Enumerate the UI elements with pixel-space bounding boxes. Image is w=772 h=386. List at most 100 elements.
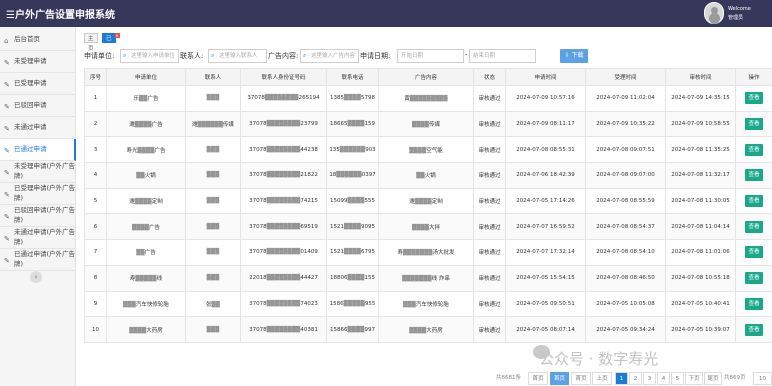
view-button[interactable]: 查看	[745, 272, 763, 285]
sidebar-item-billboard-rejected[interactable]: ✎ 已驳回申请(户外广告牌)	[0, 205, 76, 227]
view-button[interactable]: 查看	[745, 92, 763, 105]
col-header[interactable]: 联系人	[185, 68, 241, 86]
table-cell: 查看	[735, 136, 772, 164]
table-cell: 查看	[735, 290, 772, 318]
sidebar-item-billboard-unaccepted[interactable]: ✎ 未受理申请(户外广告牌)	[0, 161, 76, 183]
col-header[interactable]: 申请单位	[106, 68, 186, 86]
col-header[interactable]: 状态	[473, 68, 506, 86]
table-cell: 1521▒▒▒▒9095	[326, 213, 379, 241]
sidebar-item-unaccepted[interactable]: ✎ 未受理申请	[0, 51, 76, 73]
end-date-input[interactable]: 结束日期	[469, 49, 536, 63]
table-cell: ▒▒▒	[185, 213, 241, 241]
tab-passed[interactable]: 已通过申请 ×	[102, 33, 120, 82]
search-icon: ⌕	[123, 52, 127, 59]
watermark-text: 公众号 · 数字寿光	[539, 350, 659, 368]
page-2-button[interactable]: 2	[629, 372, 642, 385]
table-cell: 查看	[735, 85, 772, 112]
sidebar-item-passed[interactable]: ✎ 已通过申请	[0, 139, 76, 161]
col-header[interactable]: 审核时间	[665, 68, 736, 86]
table-cell: 2024-07-08 11:30:05	[665, 187, 736, 215]
last-page-button[interactable]: 尾页	[704, 372, 722, 385]
sidebar-item-billboard-accepted[interactable]: ✎ 已受理申请(户外广告牌)	[0, 183, 76, 205]
col-header[interactable]: 广告内容	[378, 68, 474, 86]
edit-icon: ✎	[4, 169, 10, 177]
page-5-button[interactable]: 5	[671, 372, 684, 385]
sidebar-item-billboard-passed[interactable]: ✎ 已通过申请(户外广告牌)	[0, 249, 76, 271]
col-header[interactable]: 联系人身份证号码	[240, 68, 327, 86]
view-button[interactable]: 查看	[745, 323, 763, 336]
table-cell: 张▒▒	[185, 290, 241, 318]
table-cell: 2024-07-05 10:39:07	[665, 316, 736, 343]
view-button[interactable]: 查看	[745, 143, 763, 156]
table-cell: 8	[84, 264, 107, 292]
table-cell: 查看	[735, 213, 772, 241]
table-cell: 37078▒▒▒▒▒▒▒▒74023	[240, 290, 327, 318]
page-4-button[interactable]: 4	[657, 372, 670, 385]
download-button[interactable]: ⇩ 下载	[560, 49, 588, 63]
page-1-button[interactable]: 1	[615, 372, 628, 385]
sidebar-collapse-button[interactable]: ‹	[30, 271, 42, 283]
table-cell: 2024-07-07 16:59:52	[505, 213, 586, 241]
view-button[interactable]: 查看	[745, 195, 763, 208]
sidebar-item-accepted[interactable]: ✎ 已受理申请	[0, 73, 76, 95]
table-cell: 潍▒▒▒▒定制	[106, 187, 186, 215]
table-cell: 审核通过	[473, 239, 506, 266]
col-header[interactable]: 序号	[84, 68, 107, 86]
table-row: 4 ▒▒火锅 ▒▒▒ 37078▒▒▒▒▒▒▒▒21822 18▒▒▒▒▒▒0397 ▒▒…	[84, 162, 772, 189]
view-button[interactable]: 查看	[745, 297, 763, 310]
table-cell: ▒▒▒汽车快修轮胎	[378, 290, 474, 318]
total-pages: 共869页	[724, 372, 752, 385]
avatar[interactable]	[704, 2, 724, 24]
table-cell: 潍▒▒▒▒定制	[378, 187, 474, 215]
contact-search-input[interactable]: ⌕ 这里输入联系人	[208, 49, 267, 63]
view-button[interactable]: 查看	[745, 169, 763, 182]
page-size-select[interactable]: 10	[753, 372, 772, 385]
table-cell: 审核通过	[473, 316, 506, 343]
home-page-button[interactable]: 首页	[571, 372, 591, 385]
content-search-input[interactable]: ⌕ 这里输入广告内容	[300, 49, 359, 63]
col-header[interactable]: 操作	[735, 68, 772, 86]
table-cell: 寿光▒▒▒▒广告	[106, 136, 186, 164]
prev-page-button[interactable]: 上页	[592, 372, 612, 385]
sidebar-item-home[interactable]: ⌂ 后台首页	[0, 29, 76, 51]
table-cell: 2024-07-08 08:55:59	[585, 187, 666, 215]
col-header[interactable]: 受理时间	[585, 68, 666, 86]
table-cell: 2024-07-09 11:02:04	[585, 85, 666, 112]
user-info[interactable]: Welcome 管理员	[704, 2, 764, 24]
table-cell: ▒▒广告	[106, 239, 186, 266]
table-cell: ▒▒▒▒大药房	[106, 316, 186, 343]
table-cell: 18665▒▒▒▒159	[326, 110, 379, 138]
next-page-button[interactable]: 下页	[685, 372, 703, 385]
table-cell: 审核通过	[473, 162, 506, 189]
unit-search-input[interactable]: ⌕ 这里输入申请单位	[120, 49, 179, 63]
view-button[interactable]: 查看	[745, 118, 763, 131]
table-cell: ▒▒▒	[185, 239, 241, 266]
tab-home[interactable]: 主页	[84, 33, 98, 52]
edit-icon: ✎	[4, 191, 10, 199]
table-cell: ▒▒▒▒大药房	[378, 316, 474, 343]
first-page-button[interactable]: 首页	[550, 372, 569, 385]
table-cell: ▒▒▒	[185, 85, 241, 112]
table-cell: 1	[84, 85, 107, 112]
view-button[interactable]: 查看	[745, 220, 763, 233]
home-icon: ⌂	[4, 37, 9, 45]
sidebar-item-rejected[interactable]: ✎ 已驳回申请	[0, 95, 76, 117]
table-cell: 2024-07-08 10:55:18	[665, 264, 736, 292]
table-cell: 乐▒▒广告	[106, 85, 186, 112]
view-button[interactable]: 查看	[745, 246, 763, 259]
table-cell: 2024-07-08 11:01:06	[665, 239, 736, 266]
table-cell: 2	[84, 110, 107, 138]
first-page-disabled-button[interactable]: 首页	[528, 372, 548, 385]
sidebar-item-not-passed[interactable]: ✎ 未通过申请	[0, 117, 76, 139]
table-cell: 135▒▒▒▒▒▒903	[326, 136, 379, 164]
sidebar-item-billboard-not-passed[interactable]: ✎ 未通过申请(户外广告牌)	[0, 227, 76, 249]
table-row: 7 ▒▒广告 ▒▒▒ 37078▒▒▒▒▒▒▒▒01409 1521▒▒▒▒6795 寿▒…	[84, 239, 772, 266]
close-icon[interactable]: ×	[114, 33, 120, 38]
table-row: 8 寿▒▒▒▒▒线 ▒▒▒ 22018▒▒▒▒▒▒▒▒44427 18806▒▒▒▒15…	[84, 264, 772, 292]
table-cell: ▒▒火锅	[106, 162, 186, 189]
col-header[interactable]: 联系电话	[326, 68, 379, 86]
table-cell: 审核通过	[473, 264, 506, 292]
page-3-button[interactable]: 3	[643, 372, 656, 385]
start-date-input[interactable]: 开始日期	[397, 49, 464, 63]
col-header[interactable]: 申请时间	[505, 68, 586, 86]
